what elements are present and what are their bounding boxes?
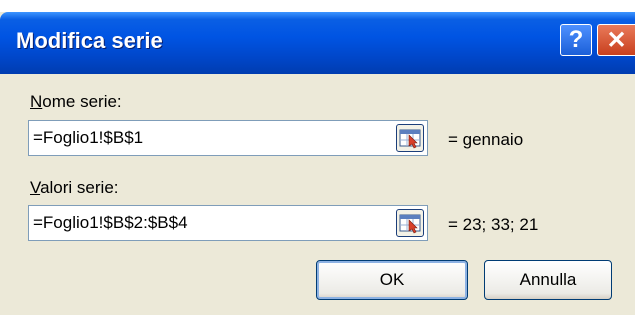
- series-values-input[interactable]: [33, 206, 373, 240]
- close-button[interactable]: ✕: [597, 24, 635, 56]
- ok-button[interactable]: OK: [316, 260, 468, 300]
- series-values-label-accel: V: [30, 178, 41, 197]
- series-values-label: Valori serie:: [30, 178, 119, 198]
- close-icon: ✕: [606, 26, 627, 54]
- series-values-preview: = 23; 33; 21: [448, 215, 539, 234]
- series-name-label: Nome serie:: [30, 92, 122, 112]
- edit-series-dialog: Modifica serie ? ✕ Nome serie: = gennaio…: [0, 12, 635, 315]
- series-name-field: [28, 120, 428, 156]
- help-button[interactable]: ?: [560, 24, 592, 56]
- range-select-icon: [399, 214, 421, 234]
- series-name-label-accel: N: [30, 92, 43, 111]
- help-icon: ?: [568, 26, 584, 53]
- series-name-range-button[interactable]: [396, 124, 424, 152]
- dialog-title: Modifica serie: [16, 28, 163, 53]
- series-values-range-button[interactable]: [396, 209, 424, 237]
- series-values-label-text: alori serie:: [40, 178, 119, 197]
- title-bar[interactable]: Modifica serie ? ✕: [0, 12, 635, 74]
- range-select-icon: [399, 129, 421, 149]
- series-name-label-text: ome serie:: [42, 92, 122, 111]
- cancel-button[interactable]: Annulla: [484, 260, 612, 300]
- series-name-preview: = gennaio: [448, 130, 524, 149]
- series-name-input[interactable]: [33, 121, 373, 155]
- series-values-field: [28, 205, 428, 241]
